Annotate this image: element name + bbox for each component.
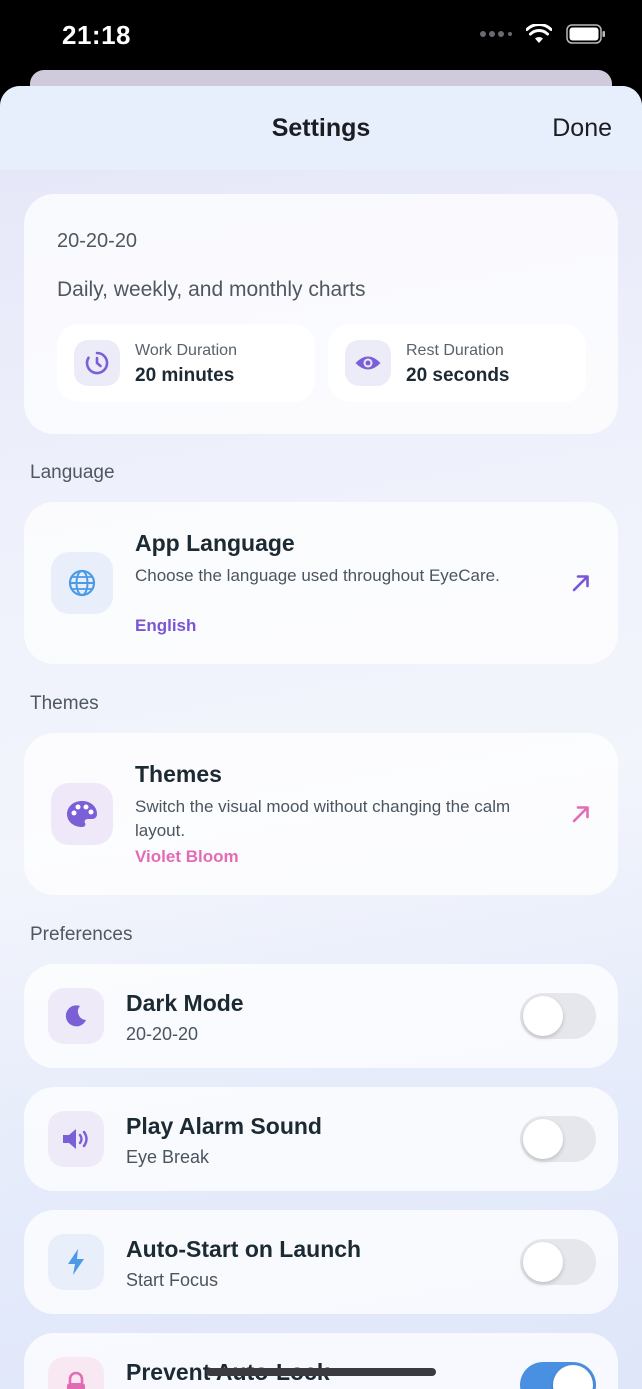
toggle-knob xyxy=(553,1365,593,1389)
pref-row-play-alarm-sound: Play Alarm Sound Eye Break xyxy=(24,1087,618,1191)
moon-icon xyxy=(48,988,104,1044)
sheet-header: Settings Done xyxy=(0,86,642,170)
settings-sheet: Settings Done 20-20-20 Daily, weekly, an… xyxy=(0,86,642,1389)
cellular-dots-icon xyxy=(480,31,512,37)
app-language-value: English xyxy=(135,616,197,635)
pref-row-prevent-auto-lock: Prevent Auto-Lock xyxy=(24,1333,618,1389)
app-language-title: App Language xyxy=(135,530,295,556)
done-button[interactable]: Done xyxy=(552,114,612,143)
toggle-knob xyxy=(523,1242,563,1282)
pref-subtitle: 20-20-20 xyxy=(126,1024,199,1044)
wifi-icon xyxy=(526,24,552,43)
timer-icon xyxy=(74,340,120,386)
rest-duration-value: 20 seconds xyxy=(406,365,510,386)
summary-card: 20-20-20 Daily, weekly, and monthly char… xyxy=(24,194,618,434)
eye-icon xyxy=(345,340,391,386)
themes-title: Themes xyxy=(135,761,222,787)
section-title-language: Language xyxy=(30,462,115,483)
dark-mode-toggle[interactable] xyxy=(520,993,596,1039)
prevent-auto-lock-toggle[interactable] xyxy=(520,1362,596,1389)
play-alarm-sound-toggle[interactable] xyxy=(520,1116,596,1162)
themes-value: Violet Bloom xyxy=(135,847,239,866)
pref-title: Dark Mode xyxy=(126,990,244,1016)
speaker-icon xyxy=(48,1111,104,1167)
auto-start-toggle[interactable] xyxy=(520,1239,596,1285)
status-bar: 21:18 xyxy=(0,0,642,72)
pref-subtitle: Eye Break xyxy=(126,1147,210,1167)
toggle-knob xyxy=(523,1119,563,1159)
palette-icon xyxy=(51,783,113,845)
rest-duration-label: Rest Duration xyxy=(406,342,504,359)
section-title-preferences: Preferences xyxy=(30,924,133,945)
themes-card[interactable]: Themes Switch the visual mood without ch… xyxy=(24,733,618,895)
toggle-knob xyxy=(523,996,563,1036)
lock-icon xyxy=(48,1357,104,1389)
status-icons xyxy=(480,24,606,44)
arrow-up-right-icon xyxy=(572,806,589,823)
rest-duration-box: Rest Duration 20 seconds xyxy=(328,324,586,402)
work-duration-box: Work Duration 20 minutes xyxy=(57,324,315,402)
status-time: 21:18 xyxy=(62,20,131,50)
app-language-card[interactable]: App Language Choose the language used th… xyxy=(24,502,618,664)
home-indicator[interactable] xyxy=(206,1368,436,1376)
work-duration-label: Work Duration xyxy=(135,342,237,359)
section-title-themes: Themes xyxy=(30,693,99,714)
app-language-description: Choose the language used throughout EyeC… xyxy=(135,566,500,585)
arrow-up-right-icon xyxy=(572,575,589,592)
pref-title: Auto-Start on Launch xyxy=(126,1236,362,1262)
bolt-icon xyxy=(48,1234,104,1290)
pref-title: Play Alarm Sound xyxy=(126,1113,322,1139)
pref-subtitle: Start Focus xyxy=(126,1270,219,1290)
pref-row-auto-start: Auto-Start on Launch Start Focus xyxy=(24,1210,618,1314)
summary-label: 20-20-20 xyxy=(57,230,138,252)
page-title: Settings xyxy=(271,114,371,142)
battery-icon xyxy=(566,24,605,44)
themes-description: Switch the visual mood without changing … xyxy=(135,797,511,840)
pref-row-dark-mode: Dark Mode 20-20-20 xyxy=(24,964,618,1068)
summary-description: Daily, weekly, and monthly charts xyxy=(57,278,366,301)
work-duration-value: 20 minutes xyxy=(135,365,235,386)
globe-icon xyxy=(51,552,113,614)
